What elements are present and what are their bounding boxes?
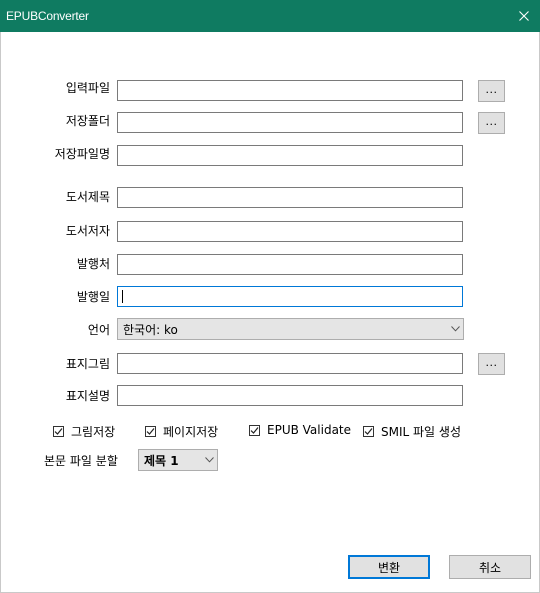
save-folder-browse-button[interactable]: ... <box>478 112 505 134</box>
epub-validate-checkbox[interactable]: EPUB Validate <box>249 423 351 437</box>
language-select-value: 한국어: ko <box>123 322 178 337</box>
cover-desc-field[interactable] <box>117 385 463 406</box>
window-title: EPUBConverter <box>6 9 89 23</box>
smil-generate-checkbox[interactable]: SMIL 파일 생성 <box>363 423 461 440</box>
cancel-button[interactable]: 취소 <box>449 555 531 579</box>
save-pages-checkbox[interactable]: 페이지저장 <box>145 423 218 440</box>
input-file-field[interactable] <box>117 80 463 101</box>
chevron-down-icon <box>201 457 217 463</box>
save-images-label: 그림저장 <box>71 425 116 439</box>
input-file-label: 입력파일 <box>65 81 110 95</box>
epub-validate-label: EPUB Validate <box>267 423 352 437</box>
save-filename-label: 저장파일명 <box>54 147 110 161</box>
checkbox-checked-icon <box>363 426 374 437</box>
title-bar: EPUBConverter <box>0 0 540 32</box>
cover-image-field[interactable] <box>117 353 463 374</box>
cover-image-browse-button[interactable]: ... <box>478 353 505 375</box>
cover-desc-label: 표지설명 <box>65 389 110 403</box>
save-images-checkbox[interactable]: 그림저장 <box>53 423 115 440</box>
save-pages-label: 페이지저장 <box>163 425 219 439</box>
checkbox-checked-icon <box>249 424 260 436</box>
language-label: 언어 <box>87 323 110 337</box>
cover-image-label: 표지그림 <box>65 357 110 371</box>
publish-date-field[interactable] <box>117 286 463 307</box>
smil-generate-label: SMIL 파일 생성 <box>381 425 461 439</box>
publisher-label: 발행처 <box>76 257 110 271</box>
split-label: 본문 파일 분할 <box>44 454 118 468</box>
publisher-field[interactable] <box>117 254 463 275</box>
close-button[interactable] <box>508 0 540 32</box>
save-folder-field[interactable] <box>117 112 463 133</box>
split-select[interactable]: 제목 1 <box>138 449 218 471</box>
book-author-field[interactable] <box>117 221 463 242</box>
chevron-down-icon <box>447 326 463 332</box>
book-title-label: 도서제목 <box>65 190 110 204</box>
close-icon <box>519 11 529 21</box>
save-folder-label: 저장폴더 <box>65 114 110 128</box>
checkbox-checked-icon <box>53 426 64 437</box>
publish-date-label: 발행일 <box>76 290 110 304</box>
text-caret <box>122 290 123 303</box>
book-title-field[interactable] <box>117 187 463 208</box>
split-select-value: 제목 1 <box>144 453 179 468</box>
convert-button[interactable]: 변환 <box>348 555 430 579</box>
language-select[interactable]: 한국어: ko <box>117 318 464 340</box>
save-filename-field[interactable] <box>117 145 463 166</box>
input-file-browse-button[interactable]: ... <box>478 80 505 102</box>
book-author-label: 도서저자 <box>65 224 110 238</box>
checkbox-checked-icon <box>145 426 156 437</box>
